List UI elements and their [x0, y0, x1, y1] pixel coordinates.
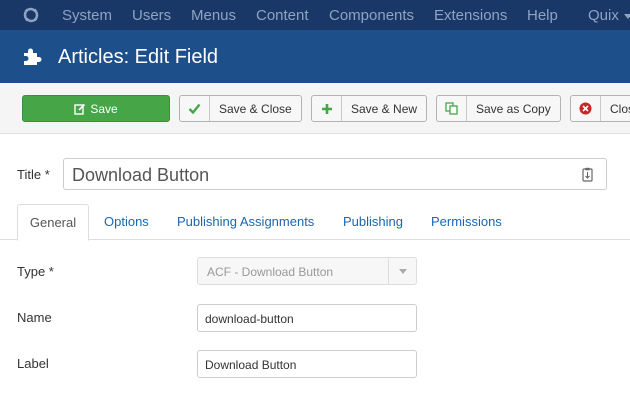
tab-publishing-assignments[interactable]: Publishing Assignments	[177, 204, 314, 240]
name-input-value: download-button	[205, 312, 294, 326]
label-input[interactable]: Download Button	[197, 350, 417, 378]
title-input[interactable]: Download Button	[63, 158, 607, 190]
menu-extensions[interactable]: Extensions	[434, 7, 507, 24]
title-label: Title *	[17, 167, 50, 182]
title-input-value: Download Button	[72, 165, 210, 185]
clipboard-icon[interactable]	[582, 167, 593, 182]
close-button[interactable]: Close	[570, 95, 630, 122]
type-label: Type *	[17, 264, 54, 279]
chevron-down-icon	[623, 13, 630, 19]
menu-content[interactable]: Content	[256, 7, 309, 24]
menu-system[interactable]: System	[62, 7, 112, 24]
tab-bar: General Options Publishing Assignments P…	[0, 204, 630, 241]
page-title: Articles: Edit Field	[58, 46, 219, 68]
close-label: Close	[610, 102, 630, 116]
plus-icon	[312, 96, 342, 121]
menu-help[interactable]: Help	[527, 7, 558, 24]
save-new-button[interactable]: Save & New	[311, 95, 427, 122]
save-copy-label: Save as Copy	[476, 102, 551, 116]
menu-users[interactable]: Users	[132, 7, 171, 24]
menu-menus[interactable]: Menus	[191, 7, 236, 24]
tab-permissions[interactable]: Permissions	[431, 204, 502, 240]
menu-quix-label: Quix	[588, 7, 619, 24]
toolbar: Save Save & Close Save & New Save as Cop…	[0, 83, 630, 134]
close-icon	[571, 96, 601, 121]
page-header: Articles: Edit Field	[0, 30, 630, 83]
tab-publishing[interactable]: Publishing	[343, 204, 403, 240]
check-icon	[180, 96, 210, 121]
type-select: ACF - Download Button	[197, 257, 417, 285]
label-input-value: Download Button	[205, 358, 297, 372]
menu-components[interactable]: Components	[329, 7, 414, 24]
save-copy-button[interactable]: Save as Copy	[436, 95, 561, 122]
label-label: Label	[17, 356, 49, 371]
copy-icon	[437, 96, 467, 121]
save-close-button[interactable]: Save & Close	[179, 95, 302, 122]
menu-quix[interactable]: Quix	[588, 7, 630, 24]
save-button[interactable]: Save	[22, 95, 170, 122]
save-new-label: Save & New	[351, 102, 418, 116]
name-input[interactable]: download-button	[197, 304, 417, 332]
tab-options[interactable]: Options	[104, 204, 149, 240]
name-label: Name	[17, 310, 52, 325]
save-close-label: Save & Close	[219, 102, 292, 116]
type-select-value: ACF - Download Button	[207, 265, 334, 279]
edit-icon	[74, 103, 86, 115]
save-button-label: Save	[90, 102, 118, 116]
chevron-down-icon	[388, 258, 416, 284]
joomla-logo-icon[interactable]	[22, 6, 40, 24]
puzzle-icon	[24, 48, 42, 65]
top-menubar: System Users Menus Content Components Ex…	[0, 0, 630, 30]
tab-general[interactable]: General	[17, 204, 89, 241]
